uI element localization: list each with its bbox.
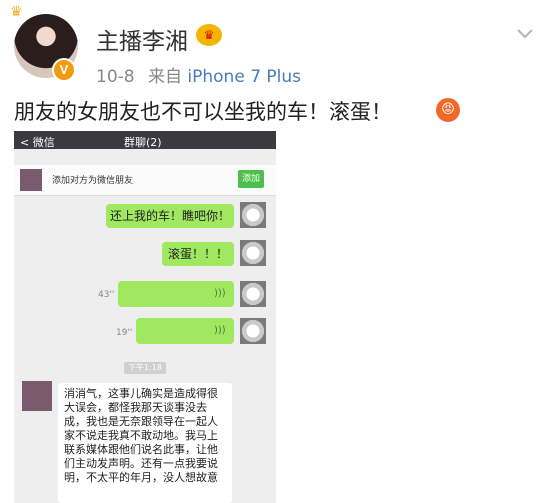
voice-duration-1: 43'' [98,290,115,300]
chevron-down-icon[interactable] [516,24,534,42]
voice-wave-icon: ))) [214,288,226,299]
post-date: 10-8 [96,67,135,87]
sender-avatar [240,202,266,228]
sender-avatar [240,318,266,344]
reply-line: 们主动发声明。还有一点我要说 [64,457,218,470]
chat-bubble-2: 滚蛋！！！ [162,242,234,266]
post-meta: 10-8 来自 iPhone 7 Plus [96,62,301,87]
voice-duration-2: 19'' [116,328,133,338]
add-friend-bar: 添加对方为微信朋友 添加 [14,165,276,196]
chat-bubble-1: 还上我的车！瞧吧你！ [106,204,234,228]
nav-title: 群聊(2) [124,136,162,149]
angry-face-emoji-icon: 😡 [436,98,460,122]
source-device[interactable]: iPhone 7 Plus [187,67,301,87]
author-name[interactable]: 主播李湘 [96,22,188,56]
add-friend-prompt: 添加对方为微信朋友 [52,176,134,186]
crown-icon: ♛ [10,4,23,20]
reply-line: 明，不太平的年月，没人想故意 [64,471,218,484]
reply-message: 消消气，这事儿确实是造成得很 大误会，都怪我那天谈事没去 成，我也是无奈跟领导在… [58,383,232,503]
reply-line: 成，我也是无奈跟领导在一起人 [64,415,218,428]
add-friend-button: 添加 [238,170,264,188]
voice-message-2: ))) [136,318,234,344]
voice-message-1: ))) [118,281,234,307]
sender-avatar [240,240,266,266]
nav-back: < 微信 [20,136,55,149]
source-prefix: 来自 [148,67,182,87]
contact-avatar [22,381,52,411]
contact-avatar [20,169,42,191]
voice-wave-icon: ))) [214,325,226,336]
reply-line: 大误会，都怪我那天谈事没去 [64,401,207,414]
chat-nav-bar: < 微信 群聊(2) [14,131,276,149]
time-chip: 下午1:18 [124,362,166,374]
verified-badge-icon: V [52,58,76,82]
chat-screenshot-image[interactable]: < 微信 群聊(2) 添加对方为微信朋友 添加 还上我的车！瞧吧你！ 滚蛋！！！… [14,131,276,503]
post-text: 朋友的女朋友也不可以坐我的车！滚蛋！ [14,100,392,124]
reply-line: 联系媒体跟他们说名此事，让他 [64,443,218,456]
sender-avatar [240,281,266,307]
crown-badge-icon: ♛ [196,24,222,46]
reply-line: 消消气，这事儿确实是造成得很 [64,387,218,400]
reply-line: 家不说走我真不敢动地。我马上 [64,429,218,442]
